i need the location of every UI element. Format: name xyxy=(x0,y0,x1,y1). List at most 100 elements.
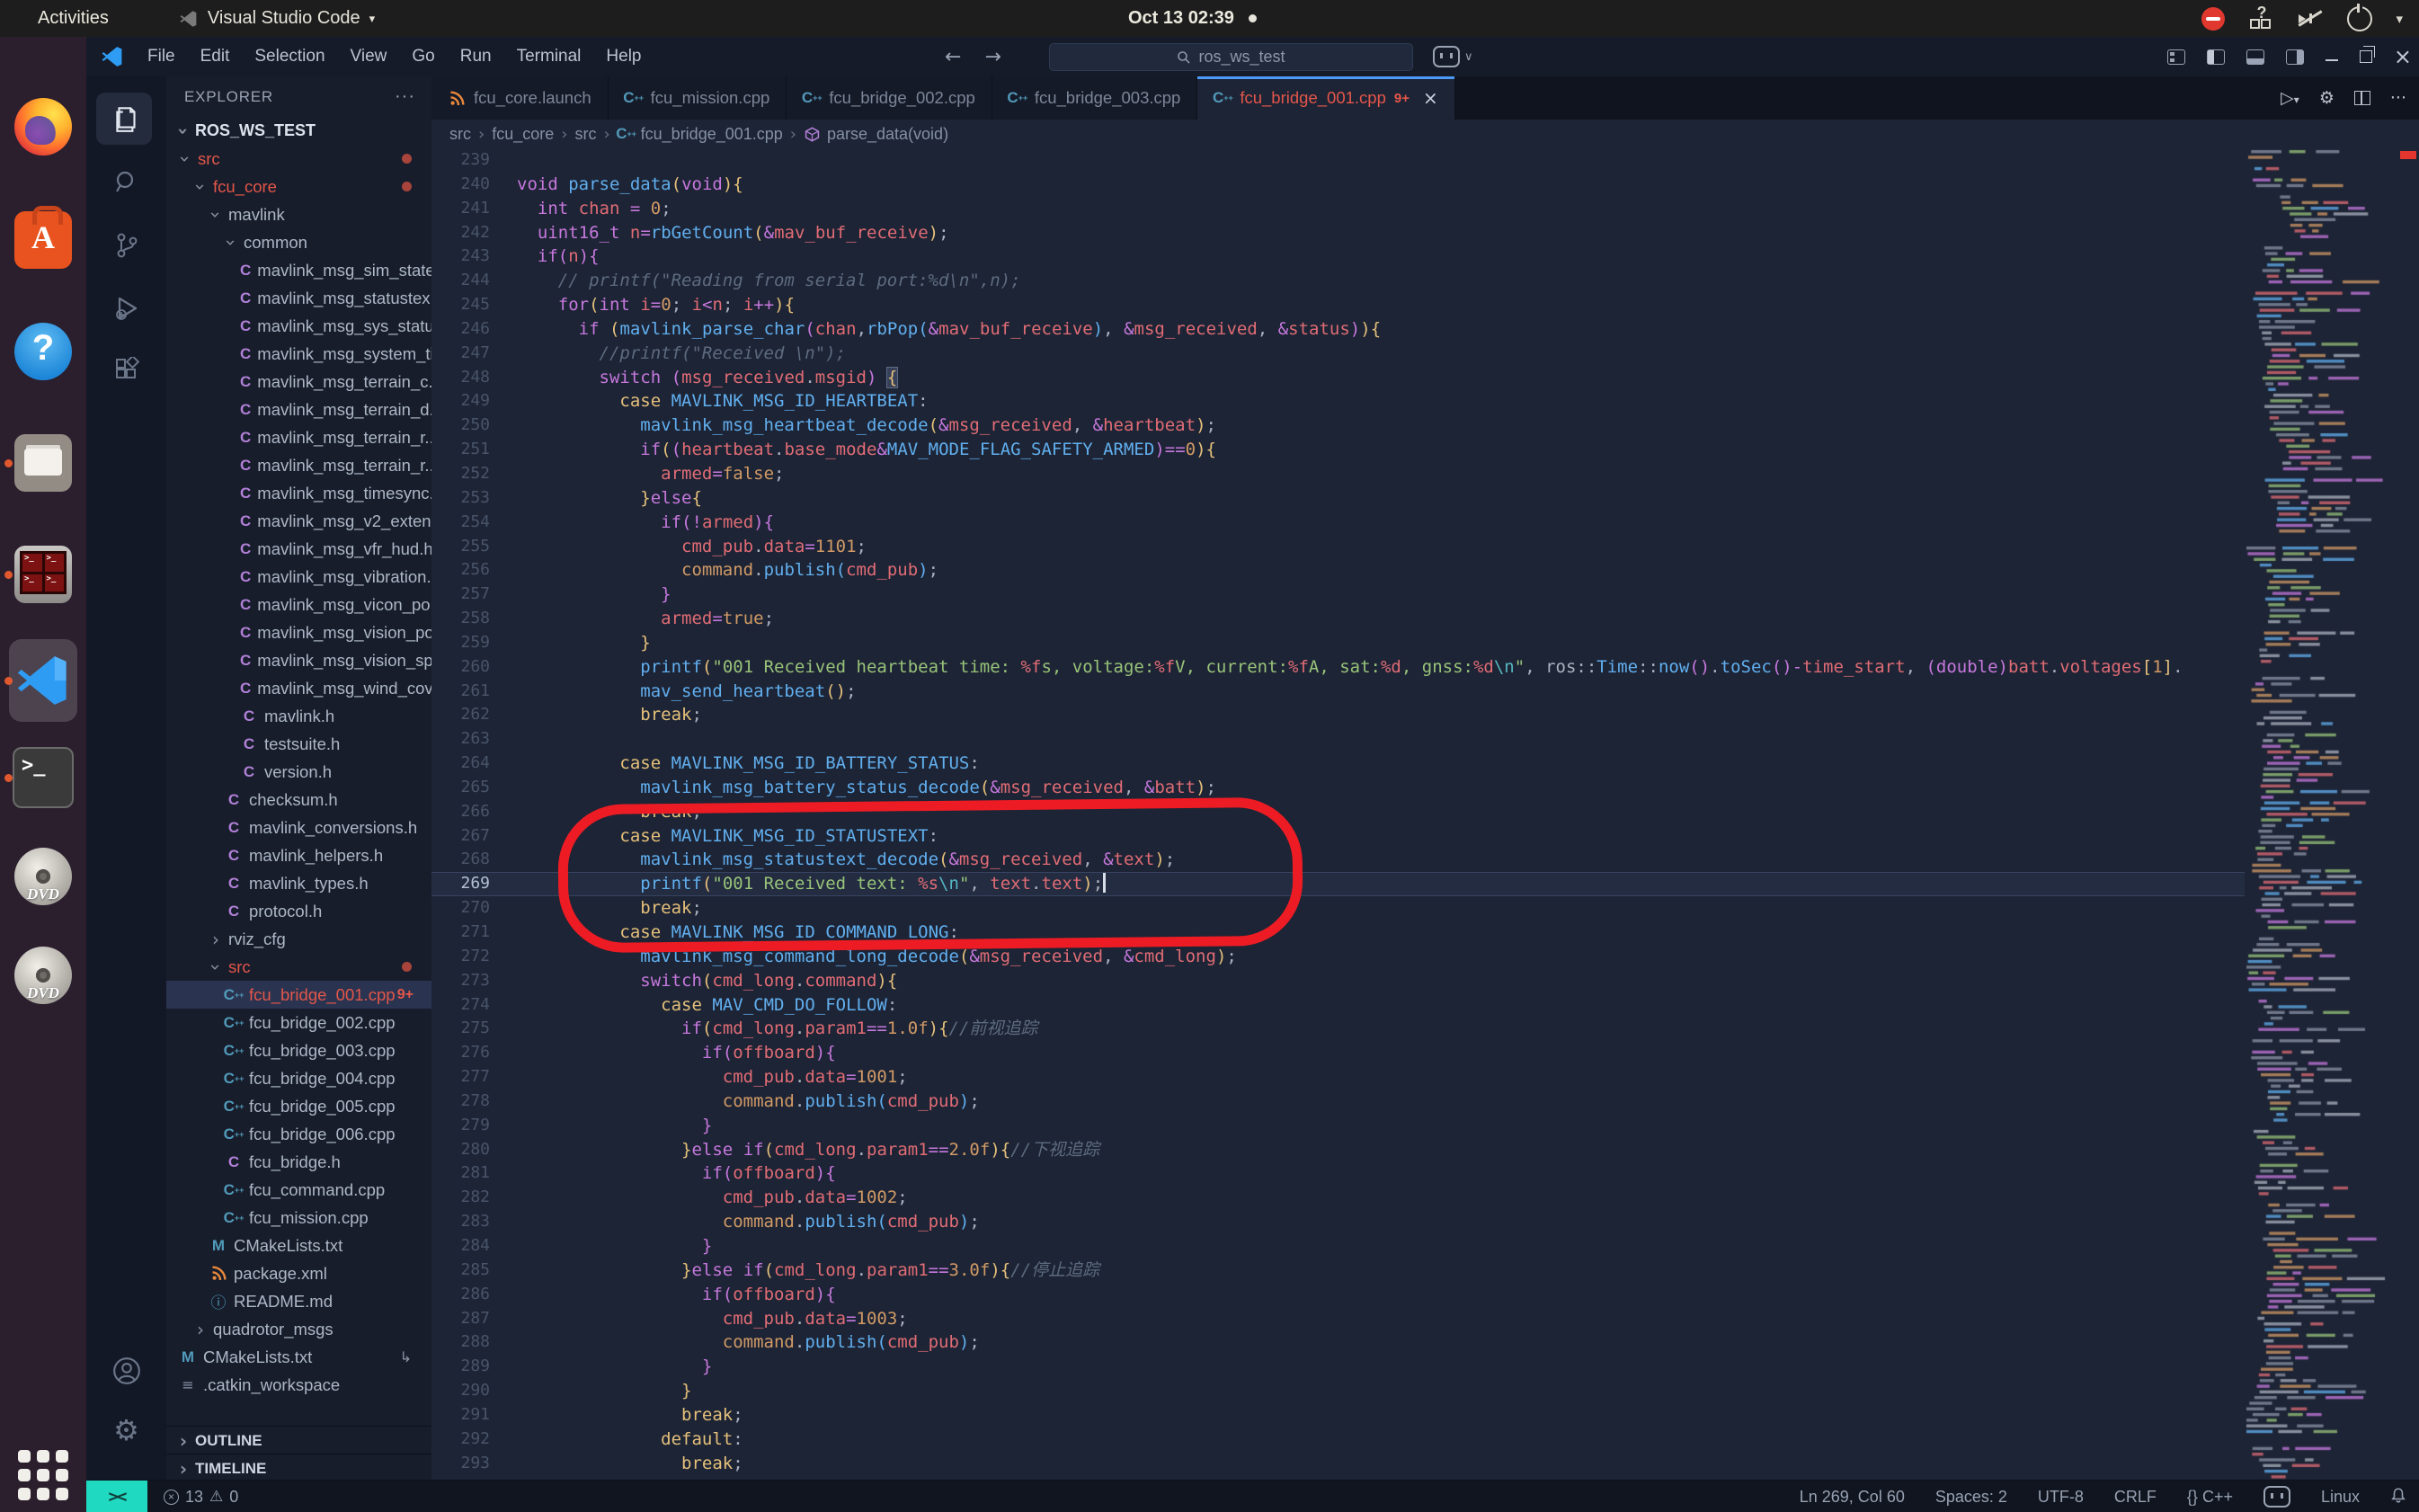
tree-item-testsuite.h[interactable]: Ctestsuite.h xyxy=(166,730,431,758)
tree-item-CMakeLists.txt[interactable]: MCMakeLists.txt xyxy=(166,1232,431,1259)
tree-item-fcu_mission.cpp[interactable]: Cfcu_mission.cpp xyxy=(166,1204,431,1232)
status-spaces-2[interactable]: Spaces: 2 xyxy=(1935,1488,2007,1507)
minimap[interactable] xyxy=(2245,148,2389,1480)
code-line-242[interactable]: 242 uint16_t n=rbGetCount(&mav_buf_recei… xyxy=(431,221,2245,245)
code-line-253[interactable]: 253 }else{ xyxy=(431,486,2245,511)
source-control-icon[interactable] xyxy=(86,217,166,274)
code-line-290[interactable]: 290 } xyxy=(431,1379,2245,1403)
code-line-282[interactable]: 282 cmd_pub.data=1002; xyxy=(431,1186,2245,1210)
tree-item-protocol.h[interactable]: Cprotocol.h xyxy=(166,897,431,925)
tree-item-mavlink_msg_vicon_po...[interactable]: Cmavlink_msg_vicon_po... xyxy=(166,591,431,618)
code-line-287[interactable]: 287 cmd_pub.data=1003; xyxy=(431,1307,2245,1331)
tree-item-mavlink_msg_statustex...[interactable]: Cmavlink_msg_statustex... xyxy=(166,284,431,312)
tree-item-README.md[interactable]: ⓘREADME.md xyxy=(166,1287,431,1315)
outline-section[interactable]: › OUTLINE xyxy=(166,1426,431,1454)
split-editor-icon[interactable] xyxy=(2354,91,2370,105)
tree-item-mavlink_msg_terrain_d...[interactable]: Cmavlink_msg_terrain_d... xyxy=(166,396,431,423)
code-line-293[interactable]: 293 break; xyxy=(431,1452,2245,1476)
breadcrumb-fcu_bridge_001.cpp[interactable]: Cfcu_bridge_001.cpp xyxy=(618,125,783,144)
status-linux[interactable]: Linux xyxy=(2321,1488,2360,1507)
code-line-247[interactable]: 247 //printf("Received \n"); xyxy=(431,342,2245,366)
breadcrumb-src[interactable]: src xyxy=(574,125,596,144)
more-actions-icon[interactable]: ··· xyxy=(2390,88,2406,108)
code-line-256[interactable]: 256 command.publish(cmd_pub); xyxy=(431,558,2245,583)
code-line-252[interactable]: 252 armed=false; xyxy=(431,462,2245,486)
code-line-289[interactable]: 289 } xyxy=(431,1355,2245,1379)
tree-item-mavlink_msg_sys_statu...[interactable]: Cmavlink_msg_sys_statu... xyxy=(166,312,431,340)
code-line-261[interactable]: 261 mav_send_heartbeat(); xyxy=(431,680,2245,704)
code-line-266[interactable]: 266 break; xyxy=(431,800,2245,824)
toggle-sidebar-icon[interactable] xyxy=(2207,49,2225,65)
tree-item-mavlink_msg_vibration.h[interactable]: Cmavlink_msg_vibration.h xyxy=(166,563,431,591)
code-line-288[interactable]: 288 command.publish(cmd_pub); xyxy=(431,1330,2245,1355)
dock-item-terminator-icon[interactable]: >_>_>_>_ xyxy=(0,531,86,618)
minimize-button[interactable] xyxy=(2326,59,2338,61)
navigate-forward-icon[interactable]: → xyxy=(984,46,1001,68)
tree-item-package.xml[interactable]: package.xml xyxy=(166,1259,431,1287)
bell-icon[interactable] xyxy=(2390,1487,2406,1508)
dock-item-dvd-icon[interactable] xyxy=(0,833,86,920)
dock-item-firefox-icon[interactable] xyxy=(0,84,86,170)
settings-gear-icon[interactable]: ⚙ xyxy=(2319,88,2335,108)
code-line-249[interactable]: 249 case MAVLINK_MSG_ID_HEARTBEAT: xyxy=(431,389,2245,414)
restore-button[interactable] xyxy=(2360,50,2372,63)
tree-item-fcu_bridge_006.cpp[interactable]: Cfcu_bridge_006.cpp xyxy=(166,1120,431,1148)
chevron-down-icon[interactable]: ▾ xyxy=(2396,11,2403,27)
code-line-246[interactable]: 246 if (mavlink_parse_char(chan,rbPop(&m… xyxy=(431,317,2245,342)
tree-item-mavlink_msg_sim_state.h[interactable]: Cmavlink_msg_sim_state.h xyxy=(166,256,431,284)
code-line-258[interactable]: 258 armed=true; xyxy=(431,607,2245,631)
code-line-271[interactable]: 271 case MAVLINK_MSG_ID_COMMAND_LONG: xyxy=(431,921,2245,945)
code-line-272[interactable]: 272 mavlink_msg_command_long_decode(&msg… xyxy=(431,945,2245,969)
dock-item-dvd-icon[interactable] xyxy=(0,932,86,1018)
do-not-disturb-icon[interactable] xyxy=(2201,7,2225,31)
code-line-257[interactable]: 257 } xyxy=(431,583,2245,607)
problems-indicator[interactable]: × 13 ⚠ 0 xyxy=(164,1481,238,1512)
code-line-239[interactable]: 239 xyxy=(431,148,2245,173)
tree-item-mavlink_helpers.h[interactable]: Cmavlink_helpers.h xyxy=(166,841,431,869)
more-actions-icon[interactable]: ··· xyxy=(395,86,415,107)
code-line-260[interactable]: 260 printf("001 Received heartbeat time:… xyxy=(431,655,2245,680)
tree-item-common[interactable]: ›common xyxy=(166,228,431,256)
dock-item-terminal-icon[interactable] xyxy=(0,734,86,821)
tab-fcu_core.launch[interactable]: fcu_core.launch xyxy=(431,76,609,120)
tree-item-CMakeLists.txt[interactable]: MCMakeLists.txt↳ xyxy=(166,1343,431,1371)
breadcrumb-src[interactable]: src xyxy=(449,125,471,144)
code-line-267[interactable]: 267 case MAVLINK_MSG_ID_STATUSTEXT: xyxy=(431,824,2245,849)
workspace-root[interactable]: › ROS_WS_TEST xyxy=(166,117,431,145)
tree-item-mavlink_msg_v2_exten...[interactable]: Cmavlink_msg_v2_exten... xyxy=(166,507,431,535)
code-line-274[interactable]: 274 case MAV_CMD_DO_FOLLOW: xyxy=(431,993,2245,1018)
close-button[interactable]: × xyxy=(2394,48,2412,66)
toggle-secondary-sidebar-icon[interactable] xyxy=(2286,49,2304,65)
tree-item-mavlink_msg_vision_sp...[interactable]: Cmavlink_msg_vision_sp... xyxy=(166,646,431,674)
scrollbar[interactable] xyxy=(2389,148,2419,1480)
code-line-284[interactable]: 284 } xyxy=(431,1234,2245,1259)
menu-help[interactable]: Help xyxy=(593,47,654,67)
code-editor[interactable]: 239240void parse_data(void){241 int chan… xyxy=(431,148,2245,1480)
tree-item-fcu_bridge_001.cpp[interactable]: Cfcu_bridge_001.cpp9+ xyxy=(166,981,431,1009)
code-line-276[interactable]: 276 if(offboard){ xyxy=(431,1041,2245,1065)
dock-item-app-grid-icon[interactable] xyxy=(0,1432,86,1512)
tree-item-src[interactable]: ›src xyxy=(166,953,431,981)
copilot-icon[interactable] xyxy=(2263,1486,2290,1508)
menu-selection[interactable]: Selection xyxy=(242,47,337,67)
tree-item-mavlink.h[interactable]: Cmavlink.h xyxy=(166,702,431,730)
status-utf-8[interactable]: UTF-8 xyxy=(2038,1488,2084,1507)
toggle-panel-icon[interactable] xyxy=(2246,49,2264,65)
breadcrumb-fcu_core[interactable]: fcu_core xyxy=(492,125,554,144)
breadcrumb-parse_data(void)[interactable]: parse_data(void) xyxy=(804,125,948,144)
code-line-275[interactable]: 275 if(cmd_long.param1==1.0f){//前视追踪 xyxy=(431,1017,2245,1041)
code-line-243[interactable]: 243 if(n){ xyxy=(431,245,2245,269)
code-line-251[interactable]: 251 if((heartbeat.base_mode&MAV_MODE_FLA… xyxy=(431,438,2245,462)
explorer-icon[interactable] xyxy=(86,91,166,148)
tree-item-mavlink_msg_terrain_c...[interactable]: Cmavlink_msg_terrain_c... xyxy=(166,368,431,396)
settings-gear-icon[interactable]: ⚙ xyxy=(86,1401,166,1459)
clock[interactable]: Oct 13 02:39 xyxy=(1128,8,1257,29)
tree-item-fcu_core[interactable]: ›fcu_core xyxy=(166,173,431,200)
tree-item-fcu_bridge_004.cpp[interactable]: Cfcu_bridge_004.cpp xyxy=(166,1064,431,1092)
tree-item-fcu_bridge_002.cpp[interactable]: Cfcu_bridge_002.cpp xyxy=(166,1009,431,1036)
tree-item-mavlink_msg_terrain_r...[interactable]: Cmavlink_msg_terrain_r... xyxy=(166,451,431,479)
code-line-263[interactable]: 263 xyxy=(431,727,2245,752)
tree-item-quadrotor_msgs[interactable]: ›quadrotor_msgs xyxy=(166,1315,431,1343)
search-input[interactable]: ros_ws_test xyxy=(1049,43,1413,71)
tree-item-.catkin_workspace[interactable]: ≡.catkin_workspace xyxy=(166,1371,431,1399)
